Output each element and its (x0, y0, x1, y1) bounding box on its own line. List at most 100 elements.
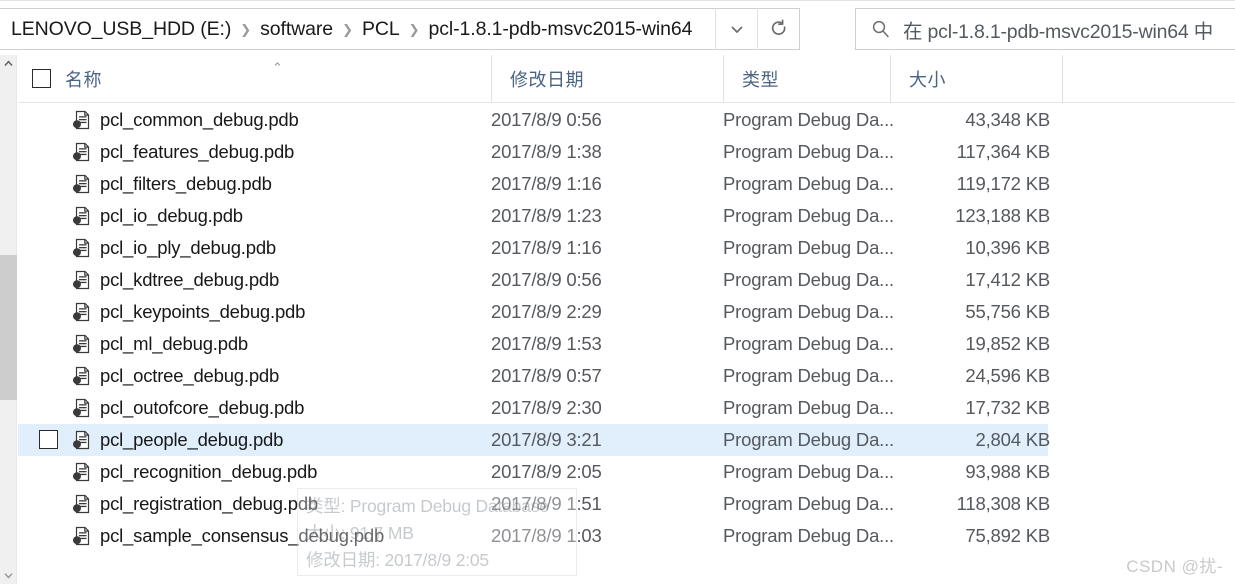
address-history-dropdown-button[interactable] (715, 8, 757, 50)
pdb-file-icon (73, 270, 90, 290)
watermark: CSDN @扰- (1126, 557, 1223, 576)
pdb-file-icon-wrapper (72, 238, 92, 258)
column-header-name-label: 名称 (65, 69, 102, 90)
scroll-down-button[interactable] (0, 567, 17, 584)
file-size-label: 10,396 KB (965, 237, 1050, 258)
scrollbar-thumb[interactable] (0, 255, 17, 400)
file-name-label: pcl_ml_debug.pdb (100, 333, 248, 354)
scroll-up-button[interactable] (0, 55, 17, 72)
pdb-file-icon-wrapper (72, 398, 92, 418)
column-header-type-label: 类型 (742, 69, 779, 90)
table-row[interactable]: pcl_features_debug.pdb 2017/8/9 1:38 Progr… (18, 136, 1050, 168)
table-row[interactable]: pcl_io_ply_debug.pdb 2017/8/9 1:16 Program… (18, 232, 1050, 264)
chevron-down-icon (4, 573, 13, 579)
pdb-file-icon (73, 142, 90, 162)
table-row[interactable]: pcl_recognition_debug.pdb 2017/8/9 2:05 Pr… (18, 456, 1050, 488)
file-size-label: 118,308 KB (956, 493, 1051, 514)
file-date-modified-label: 2017/8/9 1:51 (491, 493, 602, 514)
pdb-file-icon (73, 238, 90, 258)
column-header-name[interactable]: 名称 ⌃ (32, 55, 491, 102)
file-date-modified-label: 2017/8/9 1:16 (491, 237, 602, 258)
table-row[interactable]: pcl_people_debug.pdb 2017/8/9 3:21 Program… (18, 424, 1050, 456)
address-bar[interactable]: LENOVO_USB_HDD (E:) ❯ software ❯ PCL ❯ pcl-1.8… (0, 8, 800, 50)
refresh-icon (771, 19, 785, 35)
table-row[interactable]: pcl_keypoints_debug.pdb 2017/8/9 2:29 Prog… (18, 296, 1050, 328)
file-name-label: pcl_io_ply_debug.pdb (100, 237, 277, 258)
search-input-placeholder[interactable]: 在 pcl-1.8.1-pdb-msvc2015-win64 中 (903, 15, 1213, 44)
pdb-file-icon (73, 430, 90, 450)
file-date-modified-label: 2017/8/9 1:16 (491, 173, 602, 194)
pdb-file-icon-wrapper (72, 142, 92, 162)
pdb-file-icon (73, 334, 90, 354)
file-name-label: pcl_features_debug.pdb (100, 141, 295, 162)
table-row[interactable]: pcl_sample_consensus_debug.pdb 2017/8/9 1… (18, 520, 1050, 552)
column-header-row: 名称 ⌃ 修改日期 类型 大小 (18, 55, 1235, 103)
column-header-size-label: 大小 (909, 69, 946, 90)
breadcrumb-item[interactable]: LENOVO_USB_HDD (E:) (8, 16, 234, 43)
pdb-file-icon-wrapper (72, 110, 92, 130)
table-row[interactable]: pcl_outofcore_debug.pdb 2017/8/9 2:30 Prog… (18, 392, 1050, 424)
pdb-file-icon (73, 398, 90, 418)
breadcrumb-item[interactable]: PCL (359, 16, 403, 43)
explorer-toolbar: LENOVO_USB_HDD (E:) ❯ software ❯ PCL ❯ pcl-1.8… (0, 0, 1235, 56)
file-size-label: 2,804 KB (975, 429, 1050, 450)
file-name-label: pcl_outofcore_debug.pdb (100, 397, 305, 418)
breadcrumb-item[interactable]: pcl-1.8.1-pdb-msvc2015-win64 (426, 16, 696, 43)
pdb-file-icon-wrapper (72, 494, 92, 514)
breadcrumb-separator-icon: ❯ (240, 21, 252, 37)
column-header-date-modified-label: 修改日期 (510, 69, 584, 90)
pdb-file-icon-wrapper (72, 270, 92, 290)
breadcrumb[interactable]: LENOVO_USB_HDD (E:) ❯ software ❯ PCL ❯ pcl-1.8… (0, 9, 715, 49)
file-name-label: pcl_keypoints_debug.pdb (100, 301, 306, 322)
file-date-modified-label: 2017/8/9 1:53 (491, 333, 602, 354)
file-name-label: pcl_sample_consensus_debug.pdb (100, 525, 385, 546)
pdb-file-icon-wrapper (72, 174, 92, 194)
pdb-file-icon (73, 174, 90, 194)
file-date-modified-label: 2017/8/9 1:23 (491, 205, 602, 226)
pdb-file-icon (73, 302, 90, 322)
table-row[interactable]: pcl_common_debug.pdb 2017/8/9 0:56 Program… (18, 104, 1050, 136)
file-date-modified-label: 2017/8/9 2:29 (491, 301, 602, 322)
breadcrumb-separator-icon: ❯ (342, 21, 353, 37)
file-date-modified-label: 2017/8/9 1:03 (491, 525, 602, 546)
file-name-label: pcl_octree_debug.pdb (100, 365, 280, 386)
file-size-label: 55,756 KB (965, 301, 1050, 322)
pdb-file-icon-wrapper (72, 302, 92, 322)
file-name-label: pcl_people_debug.pdb (100, 429, 284, 450)
table-row[interactable]: pcl_registration_debug.pdb 2017/8/9 1:51 P… (18, 488, 1050, 520)
pdb-file-icon (73, 206, 90, 226)
table-row[interactable]: pcl_octree_debug.pdb 2017/8/9 0:57 Program… (18, 360, 1050, 392)
file-date-modified-label: 2017/8/9 0:56 (491, 269, 602, 290)
sort-ascending-icon: ⌃ (272, 60, 283, 75)
pdb-file-icon-wrapper (72, 366, 92, 386)
pdb-file-icon (73, 110, 90, 130)
table-row[interactable]: pcl_filters_debug.pdb 2017/8/9 1:16 Progra… (18, 168, 1050, 200)
file-date-modified-label: 2017/8/9 2:05 (491, 461, 602, 482)
file-size-label: 119,172 KB (956, 173, 1051, 194)
table-row[interactable]: pcl_kdtree_debug.pdb 2017/8/9 0:56 Program… (18, 264, 1050, 296)
file-name-label: pcl_kdtree_debug.pdb (100, 269, 280, 290)
search-box[interactable]: 在 pcl-1.8.1-pdb-msvc2015-win64 中 (855, 8, 1235, 50)
breadcrumb-item[interactable]: software (257, 16, 336, 43)
table-row[interactable]: pcl_ml_debug.pdb 2017/8/9 1:53 Program Deb… (18, 328, 1050, 360)
select-all-checkbox[interactable] (32, 69, 51, 88)
column-header-size[interactable]: 大小 (890, 55, 1062, 102)
pdb-file-icon (73, 462, 90, 482)
file-date-modified-label: 2017/8/9 2:30 (491, 397, 602, 418)
table-row[interactable]: pcl_io_debug.pdb 2017/8/9 1:23 Program Deb… (18, 200, 1050, 232)
file-size-label: 24,596 KB (965, 365, 1050, 386)
column-header-date-modified[interactable]: 修改日期 (491, 55, 723, 102)
file-explorer-window: LENOVO_USB_HDD (E:) ❯ software ❯ PCL ❯ pcl-1.8… (0, 0, 1235, 584)
file-list: pcl_common_debug.pdb 2017/8/9 0:56 Program… (18, 104, 1235, 564)
pdb-file-icon-wrapper (72, 462, 92, 482)
column-header-type[interactable]: 类型 (723, 55, 890, 102)
file-size-label: 93,988 KB (965, 461, 1050, 482)
pdb-file-icon-wrapper (72, 206, 92, 226)
file-date-modified-label: 2017/8/9 1:38 (491, 141, 602, 162)
vertical-scrollbar[interactable] (0, 55, 17, 584)
file-name-label: pcl_io_debug.pdb (100, 205, 243, 226)
refresh-button[interactable] (757, 8, 799, 50)
chevron-down-icon (730, 26, 743, 34)
row-checkbox[interactable] (39, 430, 58, 449)
pdb-file-icon-wrapper (72, 430, 92, 450)
